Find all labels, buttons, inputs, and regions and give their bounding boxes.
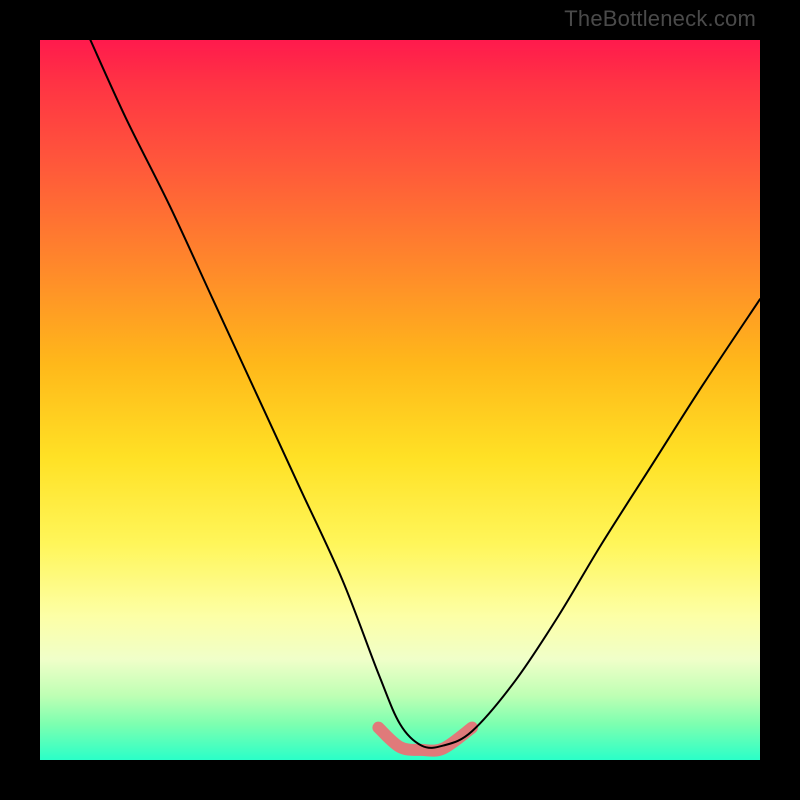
chart-frame: TheBottleneck.com [0,0,800,800]
curves-svg [40,40,760,760]
black-curve-path [90,40,760,748]
watermark-text: TheBottleneck.com [564,6,756,32]
plot-area [40,40,760,760]
